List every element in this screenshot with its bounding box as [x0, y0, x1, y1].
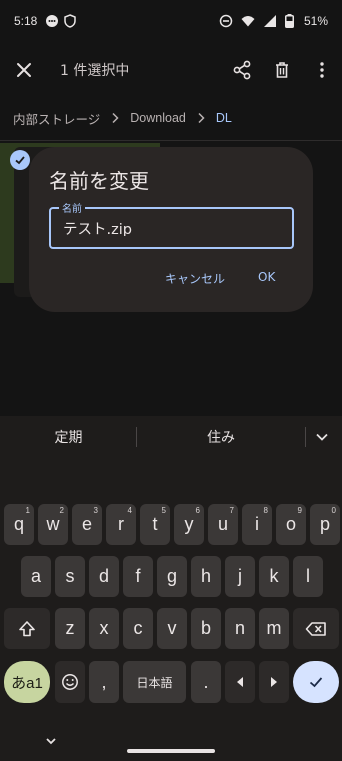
- key-y[interactable]: y6: [174, 504, 204, 545]
- battery-percent: 51%: [303, 14, 328, 28]
- chat-bubble-icon: [46, 15, 59, 27]
- delete-button[interactable]: [262, 50, 302, 90]
- period-key[interactable]: .: [191, 661, 221, 703]
- key-g[interactable]: g: [157, 556, 187, 597]
- key-t[interactable]: t5: [140, 504, 170, 545]
- status-bar: 5:18 51%: [0, 0, 342, 42]
- key-z[interactable]: z: [55, 608, 85, 649]
- space-key[interactable]: 日本語: [123, 661, 186, 703]
- shield-icon: [64, 14, 77, 28]
- status-time: 5:18: [14, 14, 38, 28]
- signal-icon: [263, 15, 276, 27]
- breadcrumb-item-download[interactable]: Download: [130, 111, 186, 125]
- chevron-down-icon[interactable]: [313, 428, 331, 446]
- share-button[interactable]: [222, 50, 262, 90]
- key-c[interactable]: c: [123, 608, 153, 649]
- enter-key[interactable]: [293, 661, 339, 703]
- battery-icon: [284, 14, 294, 28]
- key-n[interactable]: n: [225, 608, 255, 649]
- key-s[interactable]: s: [55, 556, 85, 597]
- key-f[interactable]: f: [123, 556, 153, 597]
- name-field[interactable]: 名前: [49, 200, 294, 249]
- shift-icon: [19, 620, 35, 636]
- chevron-right-icon: [112, 112, 119, 124]
- backspace-icon: [305, 621, 326, 636]
- arrow-right-icon: [271, 677, 277, 687]
- emoji-icon: [62, 674, 78, 690]
- selection-app-bar: 1 件選択中: [0, 42, 342, 98]
- do-not-disturb-icon: [219, 14, 233, 28]
- key-x[interactable]: x: [89, 608, 119, 649]
- suggestion-2[interactable]: 住み: [137, 427, 305, 447]
- suggestion-1[interactable]: 定期: [0, 427, 137, 447]
- home-gesture-handle[interactable]: [127, 749, 215, 753]
- shift-key[interactable]: [4, 608, 50, 649]
- key-i[interactable]: i8: [242, 504, 272, 545]
- breadcrumb-divider: [0, 140, 342, 141]
- arrow-left-icon: [237, 677, 243, 687]
- screen: 5:18 51% 1 件選択中 内部ストレージ Download DL 名前を変…: [0, 0, 342, 761]
- key-q[interactable]: q1: [4, 504, 34, 545]
- key-v[interactable]: v: [157, 608, 187, 649]
- breadcrumb: 内部ストレージ Download DL: [0, 100, 342, 136]
- cancel-button[interactable]: キャンセル: [165, 270, 225, 287]
- more-vert-icon: [320, 62, 324, 78]
- backspace-key[interactable]: [293, 608, 339, 649]
- emoji-key[interactable]: [55, 661, 85, 703]
- name-field-label: 名前: [59, 200, 85, 215]
- selection-count-title: 1 件選択中: [60, 63, 130, 79]
- key-r[interactable]: r4: [106, 504, 136, 545]
- delete-icon: [276, 62, 288, 78]
- keyboard: 定期 住み q1 w2 e3 r4 t5 y6 u7 i8 o9 p0 a s …: [0, 416, 342, 761]
- key-l[interactable]: l: [293, 556, 323, 597]
- suggestion-strip: 定期 住み: [0, 416, 342, 458]
- suggestion-divider: [305, 427, 306, 447]
- share-icon: [233, 60, 251, 80]
- key-a[interactable]: a: [21, 556, 51, 597]
- chevron-right-icon: [198, 112, 205, 124]
- ok-button[interactable]: OK: [258, 270, 275, 284]
- breadcrumb-item-dl[interactable]: DL: [216, 111, 232, 125]
- key-h[interactable]: h: [191, 556, 221, 597]
- wifi-icon: [241, 16, 255, 27]
- checkmark-icon: [309, 677, 323, 688]
- navigation-bar: [0, 730, 342, 761]
- name-input[interactable]: [63, 220, 283, 236]
- language-switch-key[interactable]: あa1: [4, 661, 50, 703]
- key-j[interactable]: j: [225, 556, 255, 597]
- close-icon[interactable]: [13, 59, 35, 81]
- key-k[interactable]: k: [259, 556, 289, 597]
- comma-key[interactable]: ,: [89, 661, 119, 703]
- dialog-title: 名前を変更: [49, 169, 149, 193]
- key-b[interactable]: b: [191, 608, 221, 649]
- cursor-right-key[interactable]: [259, 661, 289, 703]
- check-icon: [10, 150, 30, 170]
- more-options-button[interactable]: [302, 50, 342, 90]
- cursor-left-key[interactable]: [225, 661, 255, 703]
- rename-dialog: 名前を変更 名前 キャンセル OK: [29, 147, 313, 312]
- key-u[interactable]: u7: [208, 504, 238, 545]
- breadcrumb-item-internal-storage[interactable]: 内部ストレージ: [13, 109, 100, 128]
- key-o[interactable]: o9: [276, 504, 306, 545]
- keyboard-hide-icon[interactable]: [44, 736, 58, 746]
- key-m[interactable]: m: [259, 608, 289, 649]
- key-e[interactable]: e3: [72, 504, 102, 545]
- key-w[interactable]: w2: [38, 504, 68, 545]
- key-d[interactable]: d: [89, 556, 119, 597]
- key-p[interactable]: p0: [310, 504, 340, 545]
